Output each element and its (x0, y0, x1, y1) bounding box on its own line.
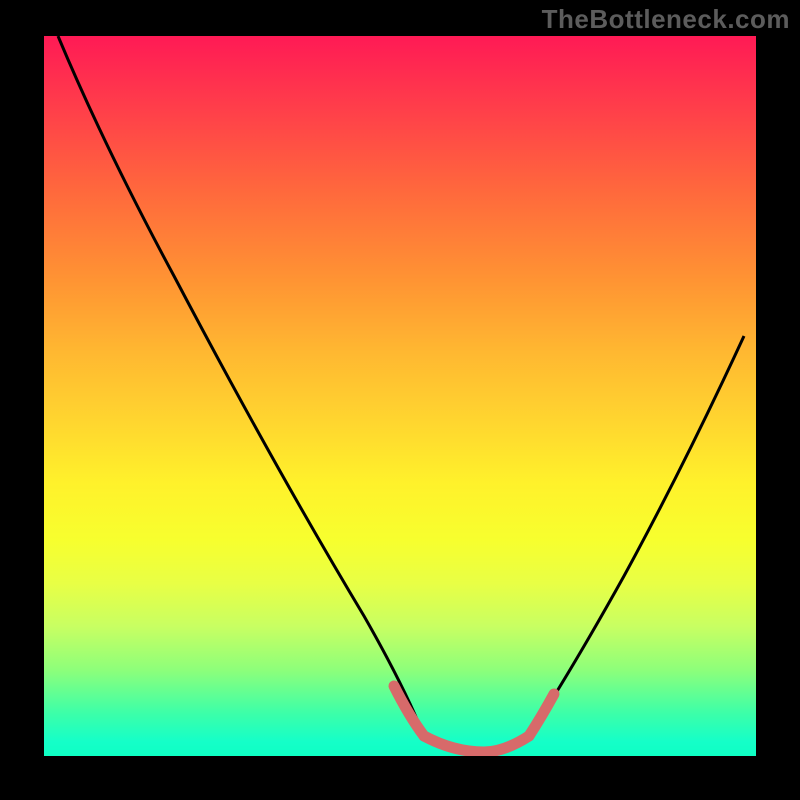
curve-layer (44, 36, 756, 756)
highlight-valley (424, 736, 529, 752)
plot-area (44, 36, 756, 756)
curve-right-branch (529, 336, 744, 736)
chart-frame: TheBottleneck.com (0, 0, 800, 800)
highlight-right-tip (529, 694, 554, 736)
highlight-left-tip (394, 686, 424, 736)
curve-left-branch (58, 36, 424, 736)
watermark-text: TheBottleneck.com (542, 4, 790, 35)
